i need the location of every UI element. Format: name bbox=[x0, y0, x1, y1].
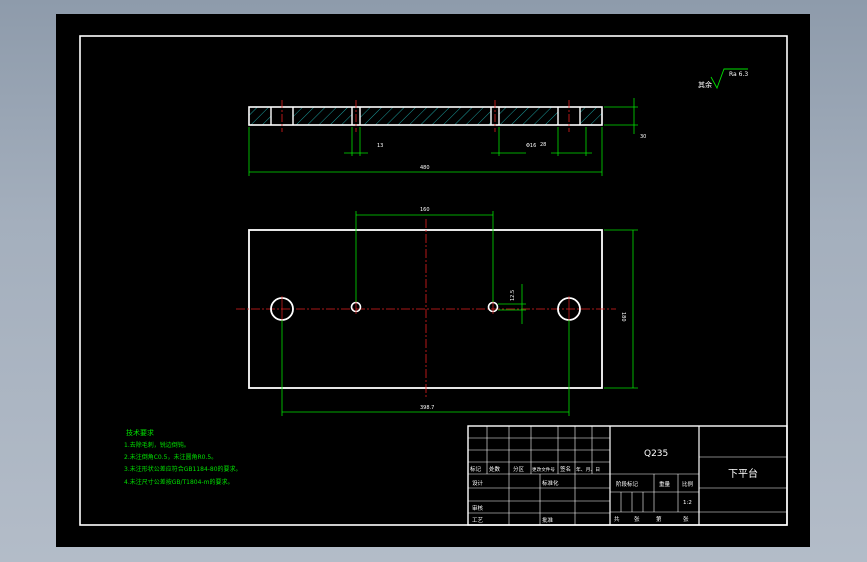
drawing-canvas: 其余 Ra 6.3 30 480 13 Φ16 28 160 180 12.5 … bbox=[56, 14, 810, 547]
surface-value-label: Ra 6.3 bbox=[729, 71, 748, 78]
scale-label: 比例 bbox=[682, 480, 694, 488]
dim-hole-diameter: Φ16 bbox=[526, 143, 536, 149]
rev-header-zone: 分区 bbox=[513, 465, 525, 473]
sheet-total-label: 共 bbox=[614, 515, 620, 523]
standardization-label: 标准化 bbox=[542, 479, 559, 487]
rev-header-doc: 更改文件号 bbox=[532, 466, 555, 473]
part-name: 下平台 bbox=[728, 467, 758, 480]
dim-length: 480 bbox=[420, 165, 430, 171]
dim-thickness: 30 bbox=[640, 134, 646, 140]
stage-mark-label: 阶段标记 bbox=[616, 480, 639, 488]
tech-notes: 技术要求 1.去除毛刺，锐边倒钝。 2.未注倒角C0.5，未注圆角R0.5。 3… bbox=[124, 428, 242, 486]
dim-small-hole: 13 bbox=[377, 143, 383, 149]
process-label: 工艺 bbox=[472, 517, 484, 524]
cad-drawing: 其余 Ra 6.3 30 480 13 Φ16 28 160 180 12.5 … bbox=[79, 35, 788, 526]
tech-notes-title: 技术要求 bbox=[126, 428, 154, 437]
rev-header-mark: 标记 bbox=[470, 465, 482, 473]
checker-label: 审核 bbox=[472, 504, 484, 512]
rev-header-sign: 签名 bbox=[560, 465, 571, 473]
surface-symbol-label: 其余 bbox=[698, 80, 712, 89]
rev-header-date: 年、月、日 bbox=[576, 466, 600, 473]
dim-big-hole: 28 bbox=[540, 142, 546, 148]
dim-center-spacing: 160 bbox=[420, 207, 430, 213]
weight-label: 重量 bbox=[659, 480, 671, 488]
approval-label: 批准 bbox=[542, 516, 554, 524]
scale-value: 1:2 bbox=[683, 500, 692, 506]
section-view: 30 480 13 Φ16 28 bbox=[248, 98, 646, 176]
tech-note-4: 4.未注尺寸公差按GB/T1804-m的要求。 bbox=[124, 478, 233, 486]
surface-roughness-symbol: 其余 Ra 6.3 bbox=[698, 68, 748, 90]
dim-big-spacing: 398.7 bbox=[420, 405, 434, 411]
sheet-unit-2: 张 bbox=[683, 515, 689, 523]
plan-view: 160 180 12.5 398.7 bbox=[236, 207, 638, 416]
material-label: Q235 bbox=[644, 449, 668, 459]
designer-label: 设计 bbox=[472, 479, 484, 487]
sheet-index-label: 第 bbox=[656, 515, 662, 523]
dim-offset: 12.5 bbox=[510, 290, 516, 301]
dim-height: 180 bbox=[620, 312, 626, 322]
tech-note-3: 3.未注形状公差应符合GB1184-80的要求。 bbox=[124, 465, 242, 473]
sheet-unit-1: 张 bbox=[634, 515, 640, 523]
tech-note-2: 2.未注倒角C0.5，未注圆角R0.5。 bbox=[124, 453, 217, 461]
title-block: 标记 处数 分区 更改文件号 签名 年、月、日 设计 标准化 审核 工艺 批准 … bbox=[467, 425, 788, 526]
rev-header-count: 处数 bbox=[489, 465, 501, 473]
tech-note-1: 1.去除毛刺，锐边倒钝。 bbox=[124, 441, 190, 449]
